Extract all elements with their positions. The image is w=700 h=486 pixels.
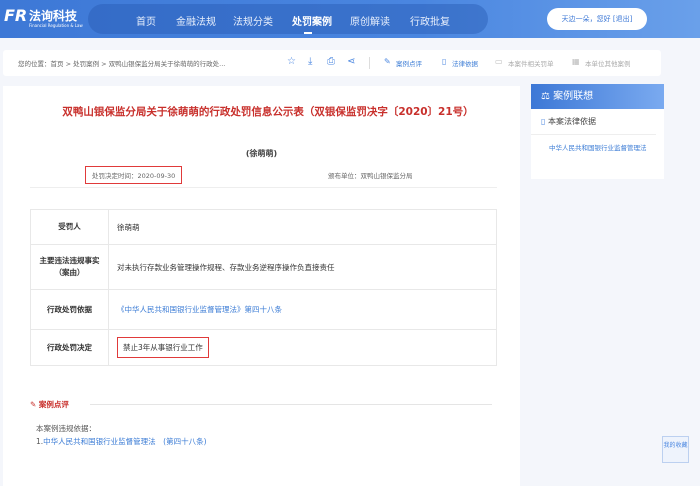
edit-icon: ✎ xyxy=(384,57,391,66)
unit-other-cases-button[interactable]: 本单位其他案例 xyxy=(585,58,631,68)
nav-home[interactable]: 首页 xyxy=(136,13,156,28)
edit-icon: ✎ xyxy=(30,400,39,409)
table-row: 行政处罚决定 禁止3年从事银行业工作 xyxy=(30,329,497,366)
user-greeting-logout[interactable]: 天边一朵，您好 [退出] xyxy=(547,8,647,30)
table-row: 行政处罚依据 《中华人民共和国银行业监督管理法》第四十八条 xyxy=(30,289,497,330)
panel-subheading: ▯ 本案法律依据 xyxy=(531,109,656,135)
book-icon: ▯ xyxy=(541,117,548,126)
my-favorites-button[interactable]: 我的收藏 xyxy=(662,436,689,463)
penalty-decision: 禁止3年从事银行业工作 xyxy=(117,337,209,358)
main-nav: 首页 金融法规 法规分类 处罚案例 原创解读 行政批复 xyxy=(88,4,488,34)
decision-time: 处罚决定时间：2020-09-30 xyxy=(85,166,183,184)
basis-label: 本案例违规依据： xyxy=(36,424,96,433)
document-subtitle: (徐萌萌) xyxy=(245,149,278,158)
breadcrumb-toolbar: 您的位置：首页 > 处罚案例 > 双鸭山银保监分局关于徐萌萌的行政处... ☆ … xyxy=(3,50,661,76)
nav-penalty-cases[interactable]: 处罚案例 xyxy=(292,13,332,34)
document-icon: ▭ xyxy=(495,57,503,66)
nav-financial-laws[interactable]: 金融法规 xyxy=(176,13,216,28)
penalty-info-table: 受罚人 徐萌萌 主要违法违规事实（案由） 对未执行存款业务管理操作规程、存款业务逆程… xyxy=(30,209,497,366)
row-label: 主要违法违规事实（案由） xyxy=(30,244,109,290)
row-value: 徐萌萌 xyxy=(108,209,497,245)
case-comment-heading: ✎ 案例点评 xyxy=(30,399,69,410)
row-value: 对未执行存款业务管理操作规程、存款业务逆程序操作负直接责任 xyxy=(108,244,497,290)
logo-text: 法询科技 xyxy=(29,9,78,23)
document-title: 双鸭山银保监分局关于徐萌萌的行政处罚信息公示表（双银保监罚决字〔2020〕21号… xyxy=(62,106,474,118)
related-law-link[interactable]: 中华人民共和国银行业监督管理法 xyxy=(531,135,664,154)
print-icon[interactable]: ⎙ xyxy=(327,57,335,67)
basis-item: 1.中华人民共和国银行业监督管理法 (第四十八条) xyxy=(36,436,207,447)
divider xyxy=(90,404,492,405)
building-icon: ▦ xyxy=(572,57,580,66)
share-icon[interactable]: ⋖ xyxy=(347,57,355,67)
row-label: 行政处罚决定 xyxy=(30,329,109,366)
breadcrumb[interactable]: 您的位置：首页 > 处罚案例 > 双鸭山银保监分局关于徐萌萌的行政处... xyxy=(18,58,225,68)
row-label: 受罚人 xyxy=(30,209,109,245)
table-row: 主要违法违规事实（案由） 对未执行存款业务管理操作规程、存款业务逆程序操作负直接责… xyxy=(30,244,497,290)
document-panel: 双鸭山银保监分局关于徐萌萌的行政处罚信息公示表（双银保监罚决字〔2020〕21号… xyxy=(3,86,520,486)
case-comment-button[interactable]: 案例点评 xyxy=(396,58,422,68)
law-basis-button[interactable]: 法律依据 xyxy=(452,58,478,68)
book-icon: ▯ xyxy=(442,57,447,66)
row-value: 禁止3年从事银行业工作 xyxy=(108,329,497,366)
star-icon[interactable]: ☆ xyxy=(287,57,296,67)
subheading-text: 本案法律依据 xyxy=(547,117,596,126)
nav-admin-approval[interactable]: 行政批复 xyxy=(410,13,450,28)
gavel-icon: ⚖ xyxy=(541,91,554,102)
divider xyxy=(369,57,370,69)
basis-law-link[interactable]: 中华人民共和国银行业监督管理法 (第四十八条) xyxy=(43,437,206,446)
top-header: FR 法询科技 Financial Regulation & Law 首页 金融… xyxy=(0,0,700,38)
nav-original-interpretation[interactable]: 原创解读 xyxy=(350,13,390,28)
logo-subtext: Financial Regulation & Law xyxy=(29,23,83,28)
divider xyxy=(30,187,497,188)
related-penalties-button[interactable]: 本案件相关罚单 xyxy=(508,58,554,68)
download-icon[interactable]: ⤓ xyxy=(308,57,312,67)
panel-header: ⚖ 案例联想 xyxy=(531,84,664,109)
issuer: 颁布单位：双鸭山银保监分局 xyxy=(328,172,413,180)
case-association-panel: ⚖ 案例联想 ▯ 本案法律依据 中华人民共和国银行业监督管理法 xyxy=(531,84,664,179)
table-row: 受罚人 徐萌萌 xyxy=(30,209,497,245)
panel-title: 案例联想 xyxy=(553,91,594,102)
law-link[interactable]: 《中华人民共和国银行业监督管理法》第四十八条 xyxy=(108,289,497,330)
logo-mark: FR xyxy=(4,6,28,25)
nav-law-categories[interactable]: 法规分类 xyxy=(233,13,273,28)
heading-text: 案例点评 xyxy=(38,400,69,409)
row-label: 行政处罚依据 xyxy=(30,289,109,330)
